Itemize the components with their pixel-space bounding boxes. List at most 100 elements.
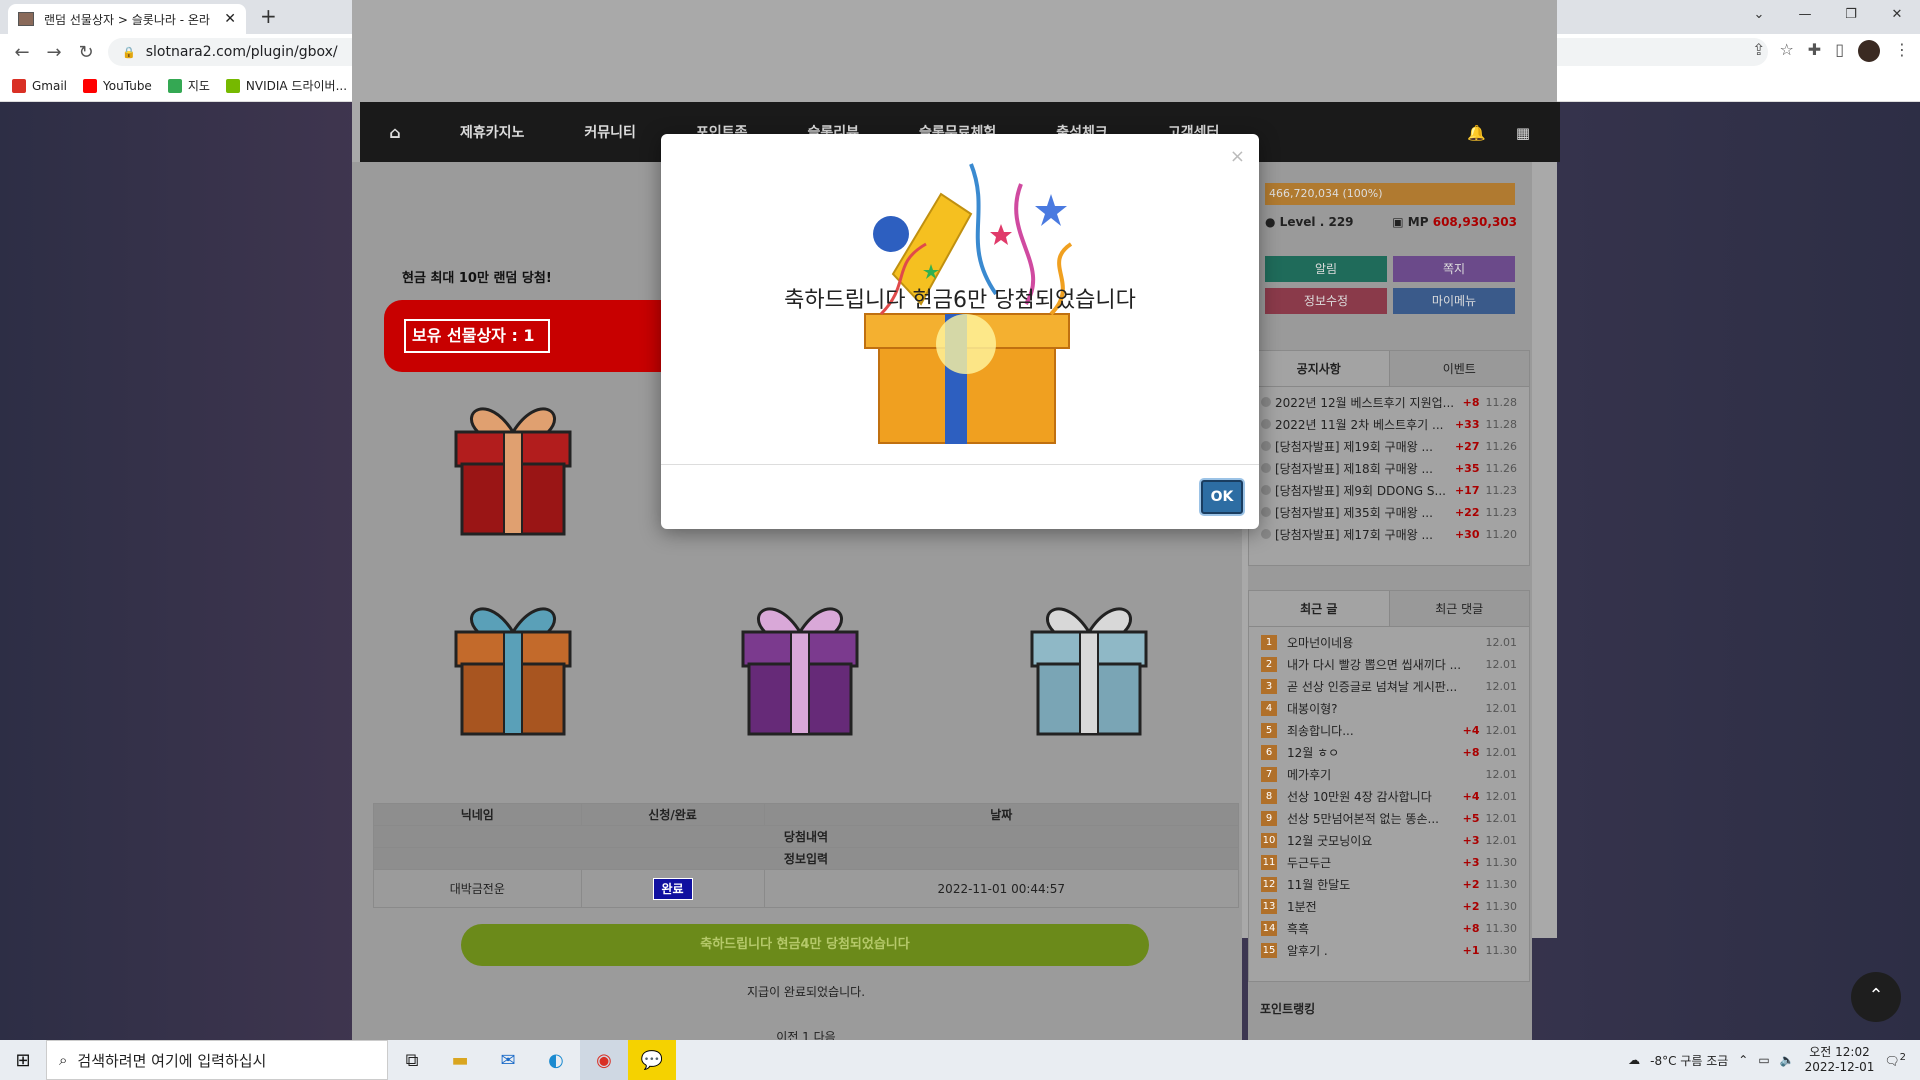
gift-box-red[interactable] [448, 392, 578, 542]
back-icon[interactable]: ← [6, 42, 38, 63]
task-view-icon[interactable]: ⧉ [388, 1040, 436, 1080]
recent-post-item[interactable]: 4 대봉이형? 12.01 [1249, 697, 1529, 719]
recent-post-item[interactable]: 2 내가 다시 빨강 뽑으면 씹새끼다 ... 12.01 [1249, 653, 1529, 675]
tab-recent-posts[interactable]: 최근 글 [1249, 591, 1390, 626]
share-icon[interactable]: ⇪ [1752, 40, 1765, 62]
taskbar-search-box[interactable]: ⌕ 검색하려면 여기에 입력하십시 [46, 1040, 388, 1080]
notice-title: 2022년 11월 2차 베스트후기 ... [1275, 417, 1444, 432]
message-button[interactable]: 쪽지 [1393, 256, 1515, 282]
grid-menu-icon[interactable]: ▦ [1516, 124, 1530, 142]
home-icon[interactable]: ⌂ [360, 123, 430, 142]
comment-count: +30 [1454, 527, 1480, 541]
notice-item[interactable]: 2022년 11월 2차 베스트후기 ... +33 11.28 [1249, 413, 1529, 435]
recent-post-item[interactable]: 12 11월 한달도 +2 11.30 [1249, 873, 1529, 895]
gift-box-purple[interactable] [735, 592, 865, 742]
win-modal: × 축하드립니다 현금6만 당첨되었습니다 OK [661, 134, 1259, 529]
gift-box-lightblue[interactable] [1024, 592, 1154, 742]
clock[interactable]: 오전 12:02 2022-12-01 [1805, 1045, 1875, 1075]
weather-text[interactable]: -8°C 구름 조금 [1650, 1052, 1728, 1069]
recent-post-item[interactable]: 13 1분전 +2 11.30 [1249, 895, 1529, 917]
my-menu-button[interactable]: 마이메뉴 [1393, 288, 1515, 314]
new-tab-button[interactable]: + [260, 4, 277, 28]
tray-chevron-icon[interactable]: ⌃ [1738, 1053, 1748, 1067]
notice-title: [당첨자발표] 제19회 구매왕 ... [1275, 439, 1433, 454]
bell-icon[interactable]: 🔔 [1467, 124, 1486, 142]
recent-post-item[interactable]: 15 알후기 . +1 11.30 [1249, 939, 1529, 961]
promo-text: 현금 최대 10만 랜덤 당첨! [402, 271, 552, 286]
tab-recent-comments[interactable]: 최근 댓글 [1389, 591, 1529, 626]
search-placeholder: 검색하려면 여기에 입력하십시 [77, 1051, 267, 1070]
sidepanel-icon[interactable]: ▯ [1835, 40, 1844, 62]
comment-count: +33 [1454, 417, 1480, 431]
extensions-icon[interactable]: ✚ [1808, 40, 1821, 62]
notice-date: 11.23 [1485, 505, 1518, 519]
network-icon[interactable]: ▭ [1758, 1053, 1769, 1067]
browser-tab[interactable]: 랜덤 선물상자 > 슬롯나라 - 온라 ✕ [8, 4, 246, 34]
post-date: 12.01 [1485, 701, 1518, 715]
alert-button[interactable]: 알림 [1265, 256, 1387, 282]
recent-post-item[interactable]: 6 12월 ㅎㅇ +8 12.01 [1249, 741, 1529, 763]
file-explorer-icon[interactable]: ▬ [436, 1040, 484, 1080]
kakaotalk-icon[interactable]: 💬 [628, 1040, 676, 1080]
recent-panel: 최근 글 최근 댓글 1 오마넌이네용 12.01 2 내가 다시 빨강 뽑으면 씹새끼… [1248, 590, 1530, 982]
post-date: 11.30 [1485, 855, 1518, 869]
recent-post-item[interactable]: 9 선상 5만넘어본적 없는 똥손... +5 12.01 [1249, 807, 1529, 829]
notice-item[interactable]: [당첨자발표] 제17회 구매왕 ... +30 11.20 [1249, 523, 1529, 545]
notice-item[interactable]: [당첨자발표] 제19회 구매왕 ... +27 11.26 [1249, 435, 1529, 457]
bookmark-item[interactable]: NVIDIA 드라이버... [225, 77, 347, 94]
bookmark-star-icon[interactable]: ☆ [1779, 40, 1793, 62]
notification-center-icon[interactable]: 🗨2 [1884, 1052, 1906, 1068]
nav-item[interactable]: 커뮤니티 [554, 122, 666, 142]
recent-post-item[interactable]: 8 선상 10만원 4장 감사합니다 +4 12.01 [1249, 785, 1529, 807]
notice-item[interactable]: [당첨자발표] 제18회 구매왕 ... +35 11.26 [1249, 457, 1529, 479]
notice-item[interactable]: [당첨자발표] 제9회 DDONG S... +17 11.23 [1249, 479, 1529, 501]
recent-post-item[interactable]: 5 죄송합니다... +4 12.01 [1249, 719, 1529, 741]
comment-count: +27 [1454, 439, 1480, 453]
minimize-button[interactable]: — [1782, 0, 1828, 30]
tab-event[interactable]: 이벤트 [1389, 351, 1529, 386]
edit-profile-button[interactable]: 정보수정 [1265, 288, 1387, 314]
ok-button[interactable]: OK [1201, 480, 1243, 514]
modal-close-icon[interactable]: × [1230, 146, 1245, 167]
mail-icon[interactable]: ✉ [484, 1040, 532, 1080]
nav-item[interactable]: 제휴카지노 [430, 122, 554, 142]
tab-close-icon[interactable]: ✕ [224, 11, 236, 27]
bookmark-item[interactable]: YouTube [83, 78, 152, 93]
bookmark-icon [12, 78, 26, 93]
bookmark-item[interactable]: Gmail [12, 78, 67, 93]
recent-post-item[interactable]: 10 12월 굿모닝이요 +3 12.01 [1249, 829, 1529, 851]
comment-count: +4 [1462, 789, 1480, 803]
close-window-button[interactable]: ✕ [1874, 0, 1920, 30]
comment-count: +2 [1462, 877, 1480, 891]
notice-item[interactable]: 2022년 12월 베스트후기 지원업... +8 11.28 [1249, 391, 1529, 413]
rank-badge: 7 [1261, 766, 1277, 782]
profile-avatar[interactable] [1858, 40, 1880, 62]
rank-badge: 8 [1261, 788, 1277, 804]
reload-icon[interactable]: ↻ [70, 42, 102, 63]
forward-icon[interactable]: → [38, 42, 70, 63]
bookmark-item[interactable]: 지도 [167, 77, 210, 94]
post-title: 알후기 . [1287, 943, 1328, 958]
tab-notice[interactable]: 공지사항 [1249, 351, 1390, 386]
recent-post-item[interactable]: 7 메가후기 12.01 [1249, 763, 1529, 785]
rank-badge: 13 [1261, 898, 1277, 914]
recent-post-item[interactable]: 14 흑흑 +8 11.30 [1249, 917, 1529, 939]
restore-button[interactable]: ❐ [1828, 0, 1874, 30]
menu-kebab-icon[interactable]: ⋮ [1894, 40, 1910, 62]
post-title: 선상 5만넘어본적 없는 똥손... [1287, 811, 1439, 826]
recent-post-item[interactable]: 11 두근두근 +3 11.30 [1249, 851, 1529, 873]
notice-item[interactable]: [당첨자발표] 제35회 구매왕 ... +22 11.23 [1249, 501, 1529, 523]
windows-start-icon[interactable]: ⊞ [0, 1050, 46, 1071]
tab-search-icon[interactable]: ⌄ [1736, 0, 1782, 30]
gift-box-orange[interactable] [448, 592, 578, 742]
volume-icon[interactable]: 🔈 [1780, 1053, 1795, 1067]
mp-value: 608,930,303 [1432, 215, 1517, 229]
edge-icon[interactable]: ◐ [532, 1040, 580, 1080]
scroll-top-button[interactable]: ⌃ [1851, 972, 1901, 1022]
sub-header-results: 당첨내역 [373, 825, 1239, 848]
chrome-icon[interactable]: ◉ [580, 1040, 628, 1080]
recent-post-item[interactable]: 1 오마넌이네용 12.01 [1249, 631, 1529, 653]
recent-post-item[interactable]: 3 곧 선상 인증글로 넘쳐날 게시판... 12.01 [1249, 675, 1529, 697]
rank-badge: 3 [1261, 678, 1277, 694]
rank-badge: 10 [1261, 832, 1277, 848]
